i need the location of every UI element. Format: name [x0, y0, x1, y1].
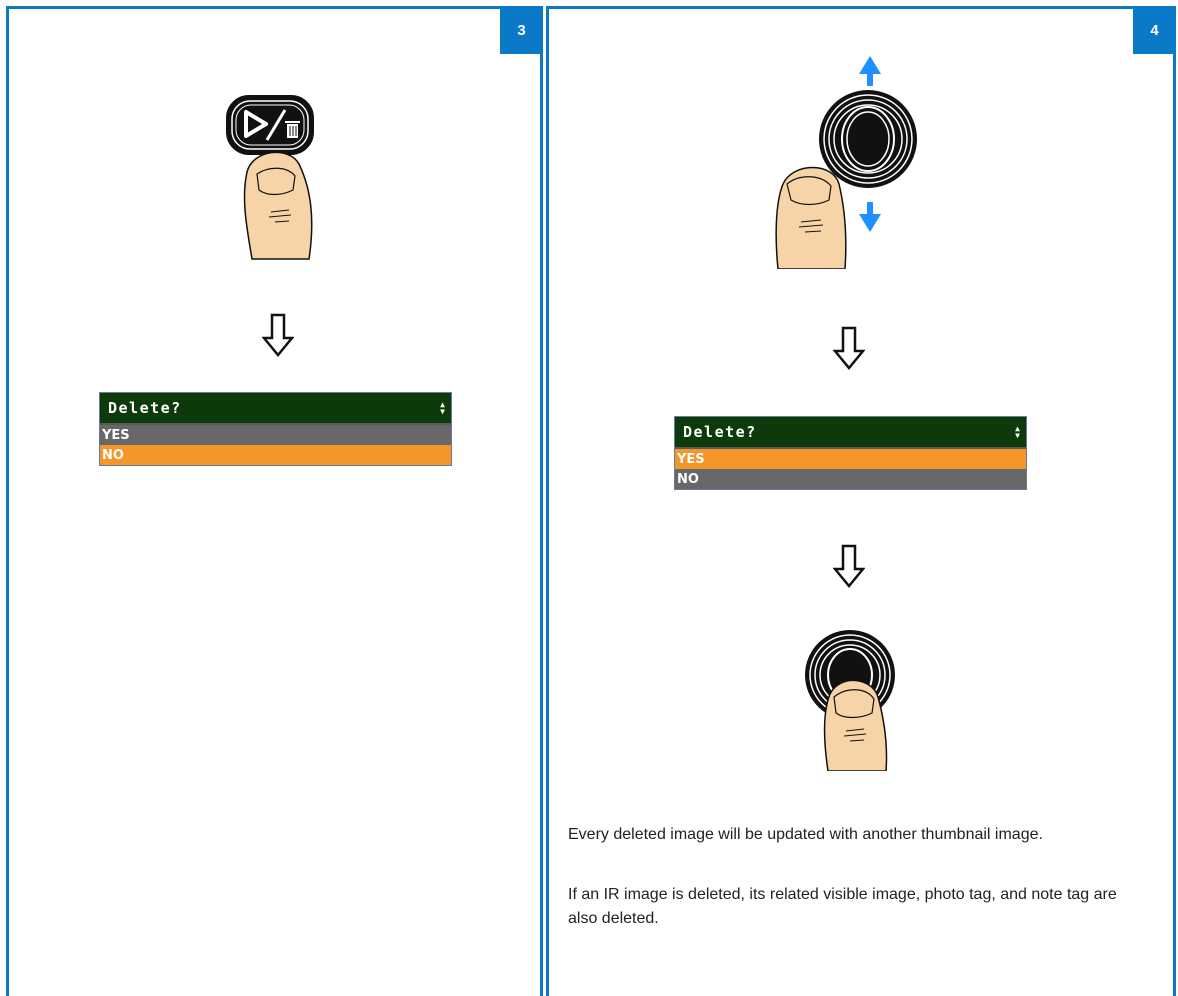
menu-option-no[interactable]: NO [100, 445, 451, 465]
finger-icon [775, 166, 847, 269]
menu-option-yes[interactable]: YES [675, 449, 1026, 469]
menu-title: Delete? [683, 423, 757, 441]
menu-header: Delete? ▲ ▼ [100, 393, 451, 425]
paragraph-thumbnail-update: Every deleted image will be updated with… [568, 826, 1043, 843]
step-number-badge: 4 [1133, 6, 1176, 54]
down-arrow-icon [833, 544, 865, 588]
up-arrow-icon [859, 56, 881, 86]
up-down-arrows-icon: ▲ ▼ [1015, 424, 1020, 440]
delete-confirm-menu: Delete? ▲ ▼ YES NO [674, 416, 1027, 490]
play-delete-button-icon [226, 95, 314, 260]
joystick-icon [775, 56, 917, 269]
down-arrow-icon [833, 326, 865, 370]
joystick-press-icon [805, 630, 895, 771]
down-arrow-icon [262, 313, 294, 357]
up-down-arrows-icon: ▲ ▼ [440, 400, 445, 416]
menu-header: Delete? ▲ ▼ [675, 417, 1026, 449]
down-nav-arrow-icon [859, 202, 881, 232]
menu-title: Delete? [108, 399, 182, 417]
step-number-badge: 3 [500, 6, 543, 54]
menu-option-no[interactable]: NO [675, 469, 1026, 489]
delete-confirm-menu: Delete? ▲ ▼ YES NO [99, 392, 452, 466]
menu-option-yes[interactable]: YES [100, 425, 451, 445]
finger-icon [823, 679, 888, 771]
step-3-panel: 3 Delete? ▲ ▼ YES NO [6, 6, 543, 996]
step-4-panel: 4 Delete? ▲ ▼ YES NO Every deleted image… [546, 6, 1176, 996]
paragraph-ir-delete-note: If an IR image is deleted, its related v… [568, 886, 1117, 927]
